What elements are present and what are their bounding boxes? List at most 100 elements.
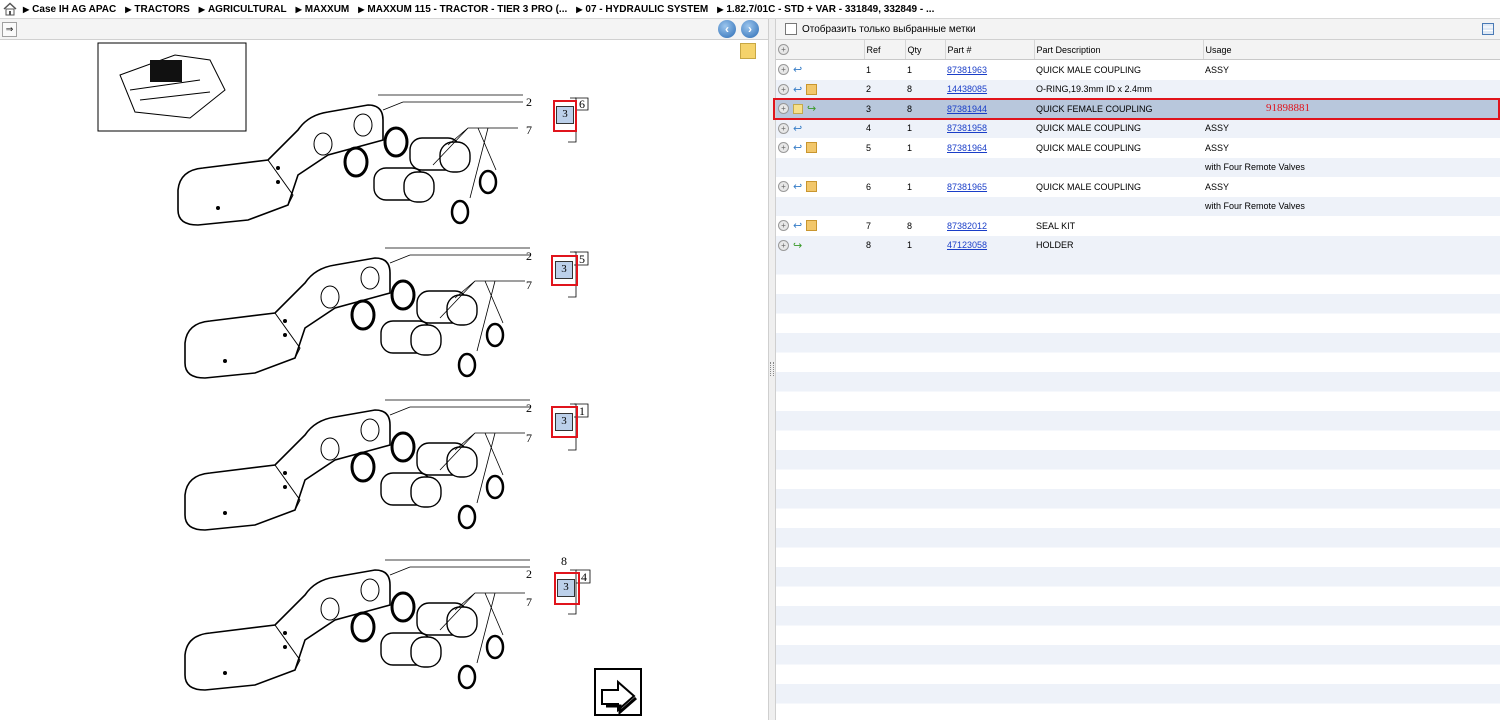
- breadcrumb-item[interactable]: ▶ TRACTORS: [125, 4, 190, 15]
- triangle-right-icon: ▶: [198, 4, 205, 14]
- panel-splitter[interactable]: [768, 19, 776, 720]
- add-icon[interactable]: +: [778, 122, 789, 134]
- group-number: 1: [579, 404, 585, 418]
- cell-ref: 7: [864, 216, 905, 236]
- cell-ref: [864, 196, 905, 216]
- cell-desc: QUICK MALE COUPLING: [1034, 59, 1203, 80]
- breadcrumb-item[interactable]: ▶ MAXXUM: [296, 4, 350, 15]
- part-number-link[interactable]: 87381964: [947, 143, 987, 153]
- breadcrumb-label: MAXXUM 115 - TRACTOR - TIER 3 PRO (...: [367, 3, 568, 15]
- table-row[interactable]: + ↩ 6 1 87381965 QUICK MALE COUPLING ASSY: [776, 177, 1500, 197]
- callout-label-7: 7: [526, 595, 532, 609]
- cell-part: [945, 196, 1034, 216]
- col-usage[interactable]: Usage: [1203, 40, 1500, 60]
- table-row[interactable]: + ↩ 2 8 14438085 O-RING,19.3mm ID x 2.4mm: [776, 79, 1500, 99]
- parts-table: + Ref Qty Part # Part Description Usage …: [776, 40, 1500, 255]
- breadcrumb-item[interactable]: ▶ 1.82.7/01C - STD + VAR - 331849, 332849…: [717, 4, 934, 15]
- part-number-link[interactable]: 47123058: [947, 240, 987, 250]
- forward-arrow-icon[interactable]: ↪: [793, 239, 802, 252]
- package-icon[interactable]: [806, 83, 818, 95]
- cell-desc: QUICK MALE COUPLING: [1034, 177, 1203, 197]
- undo-arrow-icon[interactable]: ↩: [793, 63, 802, 76]
- home-icon[interactable]: [3, 2, 17, 16]
- cell-part: [945, 157, 1034, 177]
- cell-usage: ASSY: [1203, 177, 1500, 197]
- col-ref[interactable]: Ref: [864, 40, 906, 60]
- breadcrumb-item[interactable]: ▶ AGRICULTURAL: [199, 4, 287, 15]
- cell-ref: 2: [864, 79, 905, 99]
- table-row[interactable]: + ↩ 1 1 87381963 QUICK MALE COUPLING ASSY: [776, 59, 1500, 80]
- table-row[interactable]: + ↩ 5 1 87381964 QUICK MALE COUPLING ASSY: [776, 138, 1500, 158]
- undo-arrow-icon[interactable]: ↩: [793, 141, 802, 154]
- add-icon[interactable]: +: [778, 239, 789, 251]
- breadcrumb-item[interactable]: ▶ MAXXUM 115 - TRACTOR - TIER 3 PRO (...: [358, 4, 567, 15]
- note-icon[interactable]: [740, 43, 756, 59]
- exploded-view-illustration: 2 7 6 2 7 5 2 7 1 8 2 7 4: [97, 42, 591, 692]
- breadcrumb-label: AGRICULTURAL: [207, 3, 287, 15]
- breadcrumb-item[interactable]: ▶ 07 - HYDRAULIC SYSTEM: [576, 4, 708, 15]
- part-number-link[interactable]: 87381963: [947, 65, 987, 75]
- return-arrow-icon[interactable]: [594, 668, 642, 716]
- cell-usage: ASSY: [1203, 138, 1500, 158]
- splitter-grip[interactable]: [770, 362, 774, 376]
- previous-arrow-icon[interactable]: ‹: [718, 20, 736, 38]
- col-qty[interactable]: Qty: [905, 40, 946, 60]
- part-number-link[interactable]: 14438085: [947, 84, 987, 94]
- cell-ref: [864, 157, 905, 177]
- table-row[interactable]: + ↩ 4 1 87381958 QUICK MALE COUPLING ASSY: [776, 118, 1500, 138]
- cell-desc: QUICK MALE COUPLING: [1034, 118, 1203, 138]
- cell-usage: [1203, 216, 1500, 236]
- filter-bar: Отобразить только выбранные метки: [776, 19, 1500, 40]
- cell-usage: [1203, 235, 1500, 255]
- package-icon[interactable]: [806, 142, 818, 154]
- triangle-right-icon: ▶: [23, 4, 30, 14]
- add-icon[interactable]: +: [778, 142, 789, 154]
- cell-qty: [905, 157, 945, 177]
- group-number: 5: [579, 252, 585, 266]
- list-options-icon[interactable]: [1482, 23, 1494, 35]
- triangle-right-icon: ▶: [125, 4, 132, 14]
- part-number-link[interactable]: 87382012: [947, 221, 987, 231]
- part-number-link[interactable]: 87381965: [947, 182, 987, 192]
- holder-number: 8: [561, 554, 567, 568]
- next-arrow-icon[interactable]: ›: [741, 20, 759, 38]
- group-number: 4: [581, 570, 587, 584]
- add-icon[interactable]: +: [778, 64, 789, 76]
- cell-qty: 1: [905, 118, 945, 138]
- undo-arrow-icon[interactable]: ↩: [793, 219, 802, 232]
- part-number-link[interactable]: 87381958: [947, 123, 987, 133]
- cell-qty: 1: [905, 177, 945, 197]
- expand-all-icon[interactable]: +: [778, 44, 789, 56]
- cell-ref: 4: [864, 118, 905, 138]
- col-desc[interactable]: Part Description: [1034, 40, 1204, 60]
- triangle-right-icon: ▶: [295, 4, 302, 14]
- cell-usage: ASSY: [1203, 118, 1500, 138]
- add-icon[interactable]: +: [778, 220, 789, 232]
- table-row[interactable]: + ↩ 7 8 87382012 SEAL KIT: [776, 216, 1500, 236]
- add-icon[interactable]: +: [778, 83, 789, 95]
- undo-arrow-icon[interactable]: ↩: [793, 180, 802, 193]
- col-part[interactable]: Part #: [945, 40, 1035, 60]
- callout-label-7: 7: [526, 278, 532, 292]
- table-row: with Four Remote Valves: [776, 196, 1500, 216]
- package-icon[interactable]: [806, 220, 818, 232]
- package-icon[interactable]: [806, 181, 818, 193]
- undo-arrow-icon[interactable]: ↩: [793, 122, 802, 135]
- table-row[interactable]: + ↪ 8 1 47123058 HOLDER: [776, 235, 1500, 255]
- drawing-toolbar: ⇒: [0, 19, 768, 40]
- add-icon[interactable]: +: [778, 181, 789, 193]
- undo-arrow-icon[interactable]: ↩: [793, 83, 802, 96]
- parts-drawing[interactable]: 2 7 6 2 7 5 2 7 1 8 2 7 4 3 3 3 3: [0, 40, 768, 720]
- show-selected-checkbox[interactable]: [785, 23, 797, 35]
- select-all-column[interactable]: +: [776, 40, 865, 60]
- highlight-box: [551, 255, 578, 286]
- cell-desc: [1034, 157, 1203, 177]
- breadcrumb-label: 1.82.7/01C - STD + VAR - 331849, 332849 …: [726, 3, 935, 15]
- breadcrumb-label: 07 - HYDRAULIC SYSTEM: [585, 3, 709, 15]
- table-header: + Ref Qty Part # Part Description Usage: [776, 40, 1500, 60]
- collapse-panel-icon[interactable]: ⇒: [2, 22, 17, 37]
- cell-desc: QUICK MALE COUPLING: [1034, 138, 1203, 158]
- cell-desc: O-RING,19.3mm ID x 2.4mm: [1034, 79, 1203, 99]
- breadcrumb-item[interactable]: ▶ Case IH AG APAC: [23, 4, 116, 15]
- breadcrumb-label: TRACTORS: [134, 3, 190, 15]
